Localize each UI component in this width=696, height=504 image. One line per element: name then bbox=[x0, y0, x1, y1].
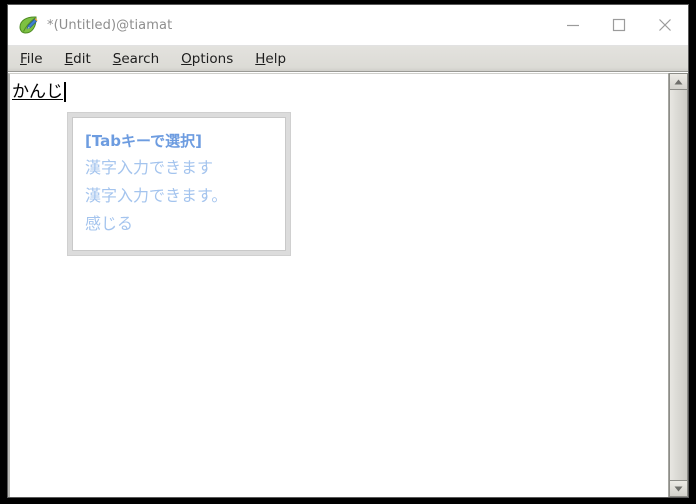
minimize-button[interactable] bbox=[550, 5, 596, 45]
ime-candidate-item[interactable]: 漢字入力できます bbox=[85, 154, 273, 182]
preedit-composition-text: かんじ bbox=[12, 82, 63, 102]
title-bar: *(Untitled)@tiamat bbox=[8, 5, 688, 46]
ime-candidate-item[interactable]: 漢字入力できます。 bbox=[85, 182, 273, 210]
window-title: *(Untitled)@tiamat bbox=[47, 17, 173, 33]
leafpad-leaf-icon bbox=[17, 14, 39, 36]
leafpad-window: *(Untitled)@tiamat File Edit Search Opti… bbox=[8, 5, 688, 497]
menu-label-options: ptions bbox=[191, 50, 234, 67]
menu-mnemonic-help: H bbox=[255, 50, 266, 67]
editor-area: かんじ [Tabキーで選択] 漢字入力できます 漢字入力できます。 感じる bbox=[8, 72, 688, 497]
menu-item-file[interactable]: File bbox=[20, 51, 43, 67]
text-line: かんじ bbox=[12, 81, 66, 103]
window-controls bbox=[550, 5, 688, 45]
menu-item-search[interactable]: Search bbox=[113, 51, 159, 67]
scrollbar-thumb[interactable] bbox=[669, 90, 688, 480]
menu-label-file: ile bbox=[26, 50, 43, 67]
menu-label-edit: dit bbox=[73, 50, 91, 67]
close-button[interactable] bbox=[642, 5, 688, 45]
menu-label-search: earch bbox=[121, 50, 160, 67]
text-editor-canvas[interactable]: かんじ [Tabキーで選択] 漢字入力できます 漢字入力できます。 感じる bbox=[8, 73, 668, 497]
ime-hint-label: [Tabキーで選択] bbox=[85, 132, 202, 150]
text-caret bbox=[64, 82, 66, 102]
menu-label-help: elp bbox=[265, 50, 287, 67]
menu-mnemonic-edit: E bbox=[64, 50, 74, 67]
scroll-down-icon[interactable] bbox=[669, 480, 688, 497]
vertical-scrollbar[interactable] bbox=[668, 73, 688, 497]
menu-item-options[interactable]: Options bbox=[181, 51, 233, 67]
menu-item-edit[interactable]: Edit bbox=[65, 51, 91, 67]
scroll-up-icon[interactable] bbox=[669, 73, 688, 90]
menu-mnemonic-options: O bbox=[181, 50, 192, 67]
ime-candidate-popup: [Tabキーで選択] 漢字入力できます 漢字入力できます。 感じる bbox=[67, 112, 291, 256]
menu-item-help[interactable]: Help bbox=[255, 51, 286, 67]
ime-candidate-list: [Tabキーで選択] 漢字入力できます 漢字入力できます。 感じる bbox=[72, 117, 286, 251]
ime-candidate-item[interactable]: 感じる bbox=[85, 210, 273, 238]
maximize-button[interactable] bbox=[596, 5, 642, 45]
menu-bar: File Edit Search Options Help bbox=[8, 46, 688, 72]
menu-mnemonic-file: F bbox=[20, 50, 27, 67]
